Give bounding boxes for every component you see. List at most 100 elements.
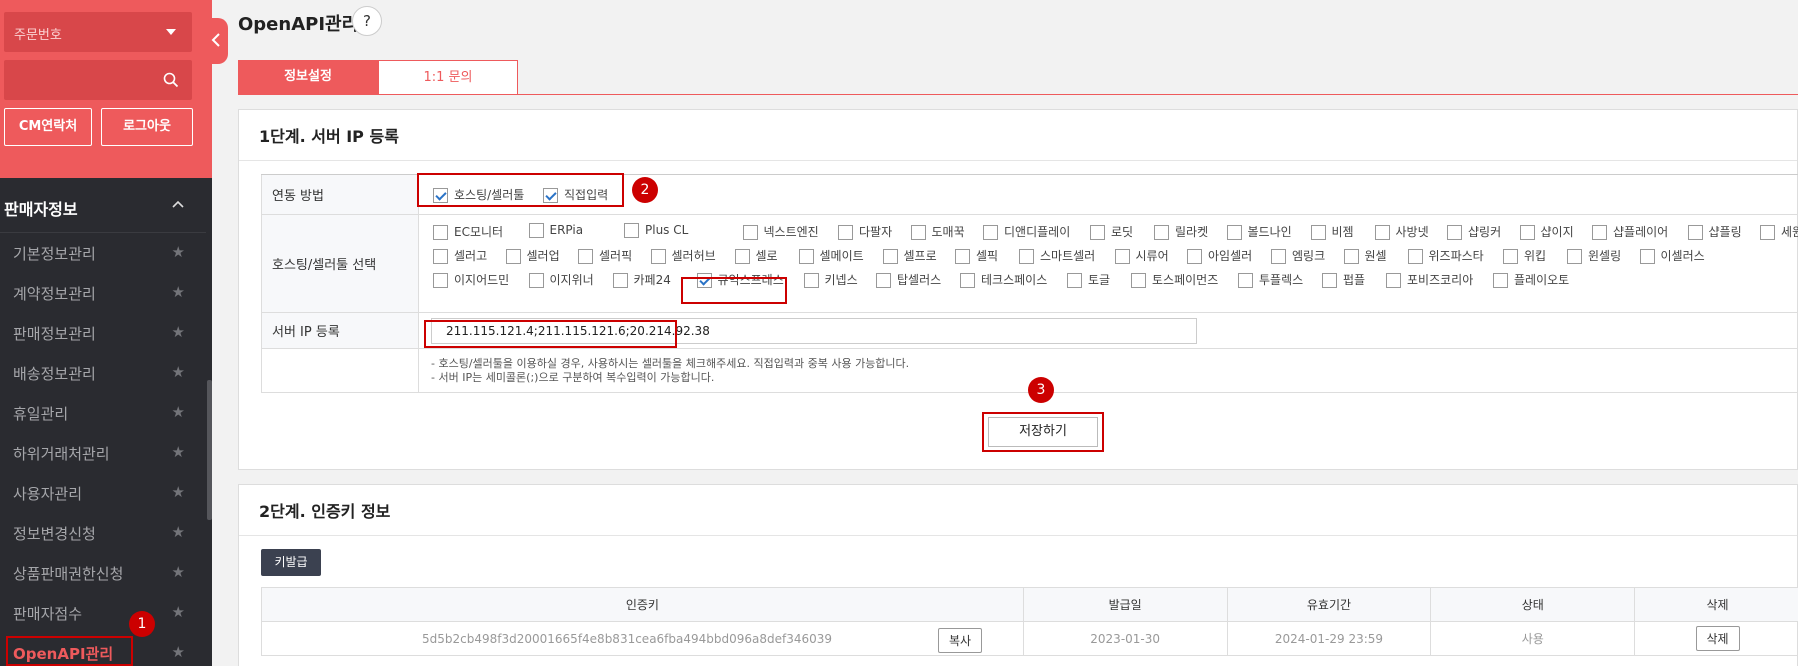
sidebar-item-users[interactable]: 사용자관리 ★ — [0, 472, 206, 512]
star-icon[interactable]: ★ — [172, 523, 185, 541]
seller-info-section-toggle[interactable]: 판매자정보 — [0, 178, 206, 232]
checkbox-icon[interactable] — [876, 273, 891, 288]
hosting-option[interactable]: 셀픽 — [955, 247, 998, 264]
sidebar-item-contract-info[interactable]: 계약정보관리 ★ — [0, 272, 206, 312]
checkbox-icon[interactable] — [1447, 225, 1462, 240]
star-icon[interactable]: ★ — [172, 403, 185, 421]
checkbox-icon[interactable] — [1271, 249, 1286, 264]
checkbox-icon[interactable] — [955, 249, 970, 264]
sidebar-item-basic-info[interactable]: 기본정보관리 ★ — [0, 232, 206, 272]
checkbox-icon[interactable] — [1503, 249, 1518, 264]
hosting-option[interactable]: 넥스트엔진 — [742, 223, 819, 240]
checkbox-icon[interactable] — [734, 249, 750, 264]
checkbox-icon[interactable] — [1687, 225, 1703, 240]
hosting-option[interactable]: 셀러허브 — [650, 247, 716, 264]
checkbox-icon[interactable] — [882, 249, 898, 264]
hosting-option[interactable]: 원셀 — [1343, 247, 1387, 264]
hosting-option[interactable]: 이셀러스 — [1639, 247, 1705, 264]
sidebar-item-seller-score[interactable]: 판매자점수 ★ — [0, 592, 206, 632]
hosting-option[interactable]: 카페24 — [612, 271, 671, 288]
issue-key-button[interactable]: 키발급 — [261, 549, 321, 576]
star-icon[interactable]: ★ — [172, 603, 185, 621]
sidebar-item-sales-permission[interactable]: 상품판매권한신청 ★ — [0, 552, 206, 592]
hosting-option[interactable]: 탑셀러스 — [876, 271, 941, 288]
hosting-option[interactable]: 펍플 — [1322, 271, 1365, 288]
checkbox-icon[interactable] — [1090, 225, 1105, 240]
sidebar-item-shipping-info[interactable]: 배송정보관리 ★ — [0, 352, 206, 392]
hosting-option[interactable]: EC모니터 — [433, 223, 503, 240]
star-icon[interactable]: ★ — [172, 483, 185, 501]
checkbox-icon[interactable] — [624, 223, 639, 238]
star-icon[interactable]: ★ — [172, 323, 185, 341]
hosting-option[interactable]: 볼드나인 — [1226, 223, 1292, 240]
checkbox-icon[interactable] — [742, 225, 758, 240]
checkbox-icon[interactable] — [528, 223, 544, 238]
copy-button[interactable]: 복사 — [938, 628, 983, 653]
hosting-option[interactable]: 위즈파스타 — [1407, 247, 1484, 264]
logout-button[interactable]: 로그아웃 — [101, 108, 193, 146]
hosting-option[interactable]: 셀메이트 — [798, 247, 864, 264]
hosting-option[interactable]: 로딧 — [1090, 223, 1133, 240]
checkbox-icon[interactable] — [650, 249, 666, 264]
sidebar-item-info-change[interactable]: 정보변경신청 ★ — [0, 512, 206, 552]
hosting-option[interactable]: 위킵 — [1503, 247, 1546, 264]
tab-inquiry[interactable]: 1:1 문의 — [378, 60, 518, 95]
hosting-option[interactable]: 샵플레이어 — [1592, 223, 1668, 240]
hosting-option[interactable]: 샵링커 — [1447, 223, 1501, 240]
checkbox-icon[interactable] — [528, 273, 544, 288]
sidebar-item-sub-vendors[interactable]: 하위거래처관리 ★ — [0, 432, 206, 472]
sidebar-item-sales-info[interactable]: 판매정보관리 ★ — [0, 312, 206, 352]
hosting-option[interactable]: 릴라켓 — [1154, 223, 1208, 240]
hosting-option[interactable]: 도매꾹 — [910, 223, 965, 240]
cm-contact-button[interactable]: CM연락처 — [4, 108, 92, 146]
sidebar-scroll-thumb[interactable] — [207, 380, 212, 520]
hosting-option[interactable]: 이지어드민 — [433, 271, 509, 288]
hosting-option[interactable]: 셀러고 — [433, 247, 487, 264]
hosting-option[interactable]: 투플렉스 — [1238, 271, 1303, 288]
checkbox-icon[interactable] — [1374, 225, 1390, 240]
sidebar-collapse-button[interactable] — [206, 18, 228, 64]
hosting-option[interactable]: 이지위너 — [528, 271, 594, 288]
hosting-option[interactable]: Plus CL — [624, 223, 688, 238]
hosting-option[interactable]: ERPia — [528, 223, 583, 238]
checkbox-icon[interactable] — [505, 249, 521, 264]
checkbox-icon[interactable] — [1310, 225, 1326, 240]
order-type-select[interactable]: 주문번호 — [4, 12, 192, 52]
checkbox-icon[interactable] — [1760, 225, 1775, 240]
checkbox-icon[interactable] — [1407, 249, 1423, 264]
hosting-option[interactable]: 키넵스 — [803, 271, 858, 288]
checkbox-icon[interactable] — [1067, 273, 1082, 288]
checkbox-icon[interactable] — [1154, 225, 1169, 240]
hosting-option[interactable]: 플레이오토 — [1493, 271, 1569, 288]
checkbox-icon[interactable] — [960, 273, 975, 288]
checkbox-icon[interactable] — [578, 249, 593, 264]
hosting-option[interactable]: 셀러업 — [505, 247, 560, 264]
checkbox-icon[interactable] — [1493, 273, 1508, 288]
checkbox-icon[interactable] — [838, 225, 853, 240]
star-icon[interactable]: ★ — [172, 643, 185, 661]
star-icon[interactable]: ★ — [172, 363, 185, 381]
hosting-option[interactable]: 윈셀링 — [1567, 247, 1621, 264]
checkbox-icon[interactable] — [433, 249, 448, 264]
hosting-option[interactable]: 테크스페이스 — [960, 271, 1047, 288]
checkbox-icon[interactable] — [612, 273, 628, 288]
search-input[interactable] — [4, 60, 192, 100]
hosting-option[interactable]: 셀러픽 — [578, 247, 632, 264]
hosting-option[interactable]: 아임셀러 — [1187, 247, 1252, 264]
hosting-option[interactable]: 포비즈코리아 — [1386, 271, 1473, 288]
checkbox-icon[interactable] — [798, 249, 814, 264]
save-button[interactable]: 저장하기 — [982, 412, 1104, 452]
star-icon[interactable]: ★ — [172, 443, 185, 461]
checkbox-icon[interactable] — [1343, 249, 1359, 264]
help-icon[interactable]: ? — [352, 6, 382, 36]
search-icon[interactable] — [163, 72, 179, 88]
hosting-option[interactable]: 세원설링 — [1760, 223, 1798, 240]
hosting-option[interactable]: 셀로 — [734, 247, 778, 264]
hosting-option[interactable]: 시류어 — [1114, 247, 1169, 264]
hosting-option[interactable]: 다팔자 — [838, 223, 892, 240]
hosting-option[interactable]: 토스페이먼즈 — [1131, 271, 1218, 288]
hosting-option[interactable]: 토글 — [1067, 271, 1110, 288]
checkbox-icon[interactable] — [1187, 249, 1202, 264]
checkbox-icon[interactable] — [803, 273, 819, 288]
checkbox-icon[interactable] — [1131, 273, 1146, 288]
